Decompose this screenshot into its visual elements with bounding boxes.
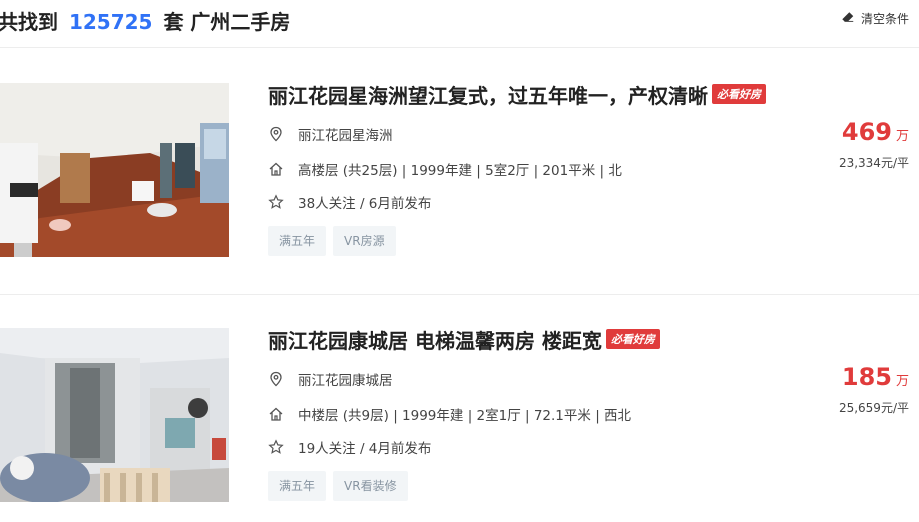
tag-vr: VR看装修 <box>333 471 408 501</box>
total-price-unit: 万 <box>895 374 909 389</box>
must-see-badge: 必看好房 <box>605 329 660 349</box>
listing-photo[interactable] <box>0 328 229 502</box>
listing-title[interactable]: 丽江花园星海洲望江复式，过五年唯一，产权清晰 <box>268 80 708 109</box>
community-row: 丽江花园星海洲 <box>268 124 393 144</box>
star-icon <box>268 439 284 455</box>
result-suffix: 套 广州二手房 <box>163 10 291 34</box>
total-price: 469 万 <box>799 118 909 146</box>
follow-info: 38人关注 / 6月前发布 <box>298 196 432 212</box>
community-name[interactable]: 丽江花园康城居 <box>298 369 393 389</box>
must-see-badge: 必看好房 <box>712 84 766 104</box>
total-price: 185 万 <box>799 363 909 391</box>
location-pin-icon <box>268 371 284 387</box>
location-pin-icon <box>268 126 284 142</box>
price-block: 185 万 25,659元/平 <box>799 363 909 416</box>
living-room-photo <box>0 83 229 257</box>
follow-info: 19人关注 / 4月前发布 <box>298 441 432 457</box>
star-icon <box>268 194 284 210</box>
house-info: 中楼层 (共9层) | 1999年建 | 2室1厅 | 72.1平米 | 西北 <box>298 408 632 424</box>
clear-filters-button[interactable]: 清空条件 <box>841 10 909 27</box>
listing-info: 丽江花园康城居 电梯温馨两房 楼距宽 必看好房 丽江花园康城居 中楼层 (共9层… <box>268 323 808 501</box>
bedroom-photo <box>0 328 229 502</box>
listing-info: 丽江花园星海洲望江复式，过五年唯一，产权清晰 必看好房 丽江花园星海洲 高楼层 … <box>268 78 808 256</box>
listing-photo[interactable] <box>0 83 229 257</box>
listing-title-row: 丽江花园康城居 电梯温馨两房 楼距宽 必看好房 <box>268 323 808 355</box>
community-name[interactable]: 丽江花园星海洲 <box>298 124 393 144</box>
house-info-row: 中楼层 (共9层) | 1999年建 | 2室1厅 | 72.1平米 | 西北 <box>268 404 631 424</box>
tag-vr: VR房源 <box>333 226 396 256</box>
tag-list: 满五年 VR看装修 <box>268 471 408 501</box>
unit-price: 25,659元/平 <box>838 401 909 415</box>
community-row: 丽江花园康城居 <box>268 369 393 389</box>
tag-five-years: 满五年 <box>268 471 327 501</box>
house-icon <box>268 161 284 177</box>
listing-item[interactable]: 丽江花园星海洲望江复式，过五年唯一，产权清晰 必看好房 丽江花园星海洲 高楼层 … <box>0 48 919 295</box>
total-price-unit: 万 <box>895 129 909 144</box>
listing-page: 共找到 125725 套 广州二手房 清空条件 丽江花园星海洲望江复式，过五年唯… <box>0 0 919 522</box>
price-block: 469 万 23,334元/平 <box>799 118 909 171</box>
follow-row: 19人关注 / 4月前发布 <box>268 437 431 457</box>
unit-price: 23,334元/平 <box>838 156 909 170</box>
tag-five-years: 满五年 <box>268 226 327 256</box>
result-header: 共找到 125725 套 广州二手房 清空条件 <box>0 0 919 48</box>
house-info-row: 高楼层 (共25层) | 1999年建 | 5室2厅 | 201平米 | 北 <box>268 159 622 179</box>
clear-filters-label: 清空条件 <box>860 12 909 26</box>
result-count: 125725 <box>68 10 153 34</box>
total-price-value: 185 <box>841 363 892 391</box>
result-count-title: 共找到 125725 套 广州二手房 <box>0 6 290 35</box>
house-info: 高楼层 (共25层) | 1999年建 | 5室2厅 | 201平米 | 北 <box>298 163 622 179</box>
listing-item[interactable]: 丽江花园康城居 电梯温馨两房 楼距宽 必看好房 丽江花园康城居 中楼层 (共9层… <box>0 293 919 522</box>
house-icon <box>268 406 284 422</box>
eraser-icon <box>841 10 855 27</box>
listing-title[interactable]: 丽江花园康城居 电梯温馨两房 楼距宽 <box>268 325 602 354</box>
result-prefix: 共找到 <box>0 10 58 34</box>
listing-title-row: 丽江花园星海洲望江复式，过五年唯一，产权清晰 必看好房 <box>268 78 808 110</box>
total-price-value: 469 <box>841 118 892 146</box>
tag-list: 满五年 VR房源 <box>268 226 396 256</box>
follow-row: 38人关注 / 6月前发布 <box>268 192 431 212</box>
